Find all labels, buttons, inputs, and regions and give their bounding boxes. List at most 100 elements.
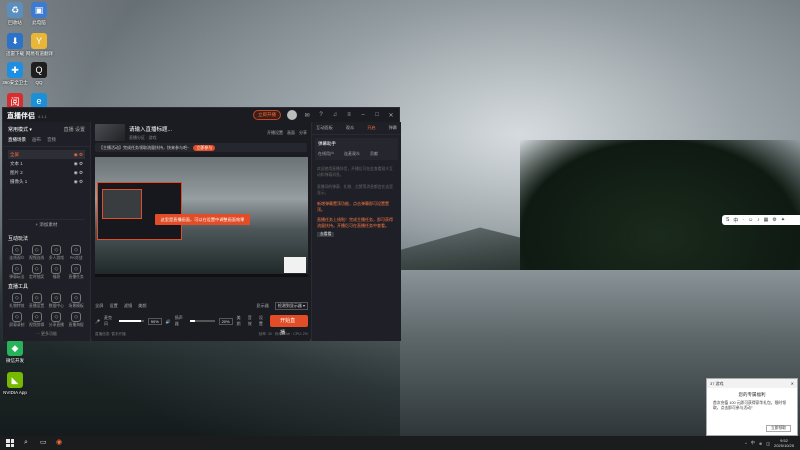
- settings-action[interactable]: 设置: [259, 315, 266, 327]
- desktop-icon[interactable]: ◆ 微信开发: [2, 340, 28, 364]
- start-live-button[interactable]: 开始直播: [270, 315, 308, 336]
- floatbar-item-icon[interactable]: ♪: [757, 217, 760, 223]
- tab-scenes[interactable]: 直播场景: [8, 137, 26, 143]
- subtab-online[interactable]: 在线用户: [318, 151, 334, 157]
- desktop-icon[interactable]: ✚ 360安全卫士: [2, 62, 28, 86]
- activity-banner[interactable]: 【主播活动】完成任务领取流量扶持，快来参与吧~ 立即参与: [95, 143, 307, 152]
- live-settings-link[interactable]: 开播设置: [267, 130, 283, 136]
- floatbar-item-icon[interactable]: ·: [742, 217, 744, 223]
- go-live-pill-button[interactable]: 立即开播: [253, 110, 281, 120]
- filter-button[interactable]: 滤镜: [124, 303, 132, 309]
- eye-icon[interactable]: ◉ ⚙: [74, 152, 83, 158]
- desktop-icon[interactable]: ⬇ 迅雷下载: [2, 33, 28, 57]
- room-title-input[interactable]: 请输入直播标题...: [129, 125, 172, 133]
- mic-slider[interactable]: [118, 320, 144, 322]
- maximize-icon[interactable]: □: [373, 112, 381, 118]
- scene-item[interactable]: 摄像头 1 ◉ ⚙: [8, 177, 85, 186]
- task-view-icon[interactable]: ▭: [40, 439, 48, 447]
- subtab-linkmic[interactable]: 连麦观众: [344, 151, 360, 157]
- floatbar-item-icon[interactable]: S: [726, 217, 729, 223]
- eye-icon[interactable]: ◉ ⚙: [74, 170, 83, 176]
- live-tool-button[interactable]: ◇ 直播海报: [66, 312, 86, 328]
- interact-tool-button[interactable]: ◇ 视频连线: [27, 245, 47, 261]
- tab-canvas[interactable]: 画布: [32, 137, 41, 143]
- live-companion-window[interactable]: 直播伴侣 4.1.1 立即开播 ✉ ? ♫ ≡ – □ ✕ 常用模式 ▾ 直播 设…: [2, 107, 401, 341]
- tab-danmaku[interactable]: 弹幕: [389, 125, 397, 131]
- tab-interact[interactable]: 互动面板: [316, 125, 333, 131]
- interact-tool-button[interactable]: ◇ 福袋: [47, 264, 67, 280]
- add-source-button[interactable]: + 添加素材: [8, 219, 85, 228]
- clock[interactable]: 9:52 2025/10/25: [774, 438, 794, 448]
- tray-expand-icon[interactable]: ^: [745, 441, 747, 446]
- interact-tool-button[interactable]: ◇ 直播任务: [66, 264, 86, 280]
- fullscreen-button[interactable]: 全屏: [95, 303, 103, 309]
- live-tool-button[interactable]: ◇ 场景模板: [66, 293, 86, 309]
- message-icon[interactable]: ✉: [303, 112, 311, 119]
- desktop-icon[interactable]: Y 网易有道翻译: [26, 33, 53, 57]
- speaker-icon[interactable]: 🔊: [166, 319, 171, 324]
- screen-link[interactable]: 画面: [287, 130, 295, 136]
- floatbar-item-icon[interactable]: 中: [733, 217, 738, 224]
- floatbar-item-icon[interactable]: ▦: [764, 217, 769, 223]
- network-icon[interactable]: ⊕: [759, 441, 762, 446]
- menu-icon[interactable]: ≡: [345, 112, 353, 118]
- live-companion-taskbar-icon[interactable]: ◉: [56, 439, 64, 447]
- help-icon[interactable]: ?: [317, 112, 325, 118]
- header-link-live[interactable]: 直播: [64, 127, 74, 133]
- share-link[interactable]: 分享: [299, 130, 307, 136]
- close-icon[interactable]: ✕: [387, 112, 395, 119]
- live-tool-button[interactable]: ◇ 数据中心: [47, 293, 67, 309]
- display-select[interactable]: 检测到显示器 ▾: [274, 301, 308, 310]
- interact-tool-button[interactable]: ◇ 弹幕玩法: [7, 264, 27, 280]
- desktop-icon[interactable]: ▣ 此电脑: [26, 2, 52, 26]
- popup-close-icon[interactable]: ✕: [791, 381, 794, 386]
- beauty-button[interactable]: 美颜: [138, 303, 146, 309]
- desktop-icon[interactable]: Q QQ: [26, 62, 52, 85]
- live-preview[interactable]: 这里是直播画面，可以在设置中调整画面效果: [95, 157, 308, 277]
- tab-open[interactable]: 开启: [367, 125, 375, 131]
- interact-tool-button[interactable]: ◇ 多人游戏: [47, 245, 67, 261]
- sfx-action[interactable]: 音效: [248, 315, 255, 327]
- search-icon[interactable]: ⌕: [24, 439, 32, 447]
- floatbar-item-icon[interactable]: ✦: [781, 217, 785, 223]
- interact-tool-button[interactable]: ◇ PK对战: [66, 245, 86, 261]
- ime-icon[interactable]: 中: [751, 440, 755, 446]
- popup-claim-button[interactable]: 立即领取: [765, 425, 791, 432]
- live-tool-button[interactable]: ◇ 屏幕录制: [7, 312, 27, 328]
- room-cover[interactable]: [95, 124, 125, 141]
- mic-icon[interactable]: 🎤: [95, 319, 100, 324]
- notification-popup[interactable]: 37 游戏 ✕ 您的专属福利 首次充值 100 元即可获得豪华礼包，限时领取，点…: [706, 378, 798, 436]
- volume-icon[interactable]: ◫: [766, 441, 770, 446]
- floating-toolbar[interactable]: S 中 · ☺ ♪ ▦ ⚙ ✦: [722, 215, 800, 225]
- live-tool-button[interactable]: ◇ 视频剪辑: [27, 312, 47, 328]
- floatbar-item-icon[interactable]: ☺: [748, 217, 753, 223]
- settings-button[interactable]: 设置: [109, 303, 117, 309]
- scene-item[interactable]: 图片 2 ◉ ⚙: [8, 168, 85, 177]
- interact-tool-button[interactable]: ◇ 连线观众: [7, 245, 27, 261]
- eye-icon[interactable]: ◉ ⚙: [74, 179, 83, 185]
- notice-view-button[interactable]: 去看看: [317, 232, 335, 237]
- floatbar-item-icon[interactable]: ⚙: [772, 217, 776, 223]
- mode-selector[interactable]: 常用模式 ▾: [8, 126, 32, 133]
- banner-action-button[interactable]: 立即参与: [193, 144, 216, 151]
- subtab-contrib[interactable]: 贡献: [370, 151, 378, 157]
- live-tool-button[interactable]: ◇ 分享直播: [47, 312, 67, 328]
- desktop-icon[interactable]: ◣ NVIDIA App: [2, 372, 28, 395]
- room-category[interactable]: 直播分区 · 游戏: [129, 135, 172, 141]
- speaker-slider[interactable]: [189, 320, 215, 322]
- scene-item[interactable]: 全屏 ◉ ⚙: [8, 150, 85, 159]
- avatar[interactable]: [287, 110, 297, 120]
- more-features-button[interactable]: ··· 更多功能: [3, 331, 90, 337]
- tab-audience[interactable]: 观众: [346, 125, 354, 131]
- live-tool-button[interactable]: ◇ 直播设置: [27, 293, 47, 309]
- interact-tool-button[interactable]: ◇ 定时抽奖: [27, 264, 47, 280]
- scene-item[interactable]: 文本 1 ◉ ⚙: [8, 159, 85, 168]
- beauty-action[interactable]: 美颜: [237, 315, 244, 327]
- headset-icon[interactable]: ♫: [331, 112, 339, 118]
- live-tool-button[interactable]: ◇ 礼物特效: [7, 293, 27, 309]
- minimize-icon[interactable]: –: [359, 112, 367, 118]
- tab-audio[interactable]: 音频: [47, 137, 56, 143]
- header-link-settings[interactable]: 设置: [75, 127, 85, 133]
- eye-icon[interactable]: ◉ ⚙: [74, 161, 83, 167]
- desktop-icon[interactable]: ♻ 回收站: [2, 2, 28, 26]
